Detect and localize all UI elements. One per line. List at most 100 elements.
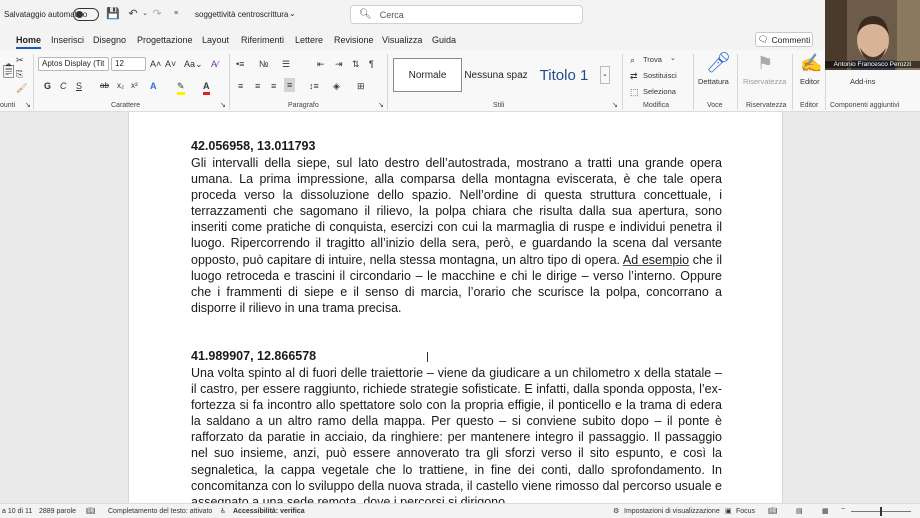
bullets-icon[interactable]: •≡ [236,58,244,70]
styles-scroll-icon[interactable]: ⌄ [600,66,610,84]
grow-font-icon[interactable]: A˄ [150,58,161,70]
editor-icon[interactable]: ✍ [800,52,822,74]
tab-inserisci[interactable]: Inserisci [51,35,84,45]
display-settings[interactable]: Impostazioni di visualizzazione [624,508,720,515]
section-heading[interactable]: 42.056958, 13.011793 [191,139,315,153]
format-painter-icon[interactable]: 🖌︎ [16,82,27,94]
save-icon[interactable]: 💾 [106,8,120,20]
clear-formatting-icon[interactable]: A∕ [211,58,219,70]
page-count[interactable]: a 10 di 11 [2,508,32,515]
tab-progettazione[interactable]: Progettazione [137,35,193,45]
increase-indent-icon[interactable]: ⇥ [335,58,343,70]
line-spacing-icon[interactable]: ↕≡ [309,80,319,92]
font-color-icon[interactable]: A [203,80,210,95]
sensitivity-label[interactable]: Riservatezza [743,77,786,86]
superscript-icon[interactable]: x² [131,80,138,92]
zoom-slider-thumb[interactable] [880,507,882,516]
proofing-icon[interactable]: 📖︎ [86,507,95,515]
replace-icon[interactable]: ⇄ [630,70,638,82]
select-icon[interactable]: ⬚ [630,86,639,98]
undo-icon[interactable]: ↶ [127,8,139,20]
paragraph-launcher-icon[interactable]: ↘ [378,100,384,112]
editor-label[interactable]: Editor [800,77,820,86]
styles-launcher-icon[interactable]: ↘ [612,100,618,112]
separator [737,54,738,110]
undo-dropdown-icon[interactable]: ⌄ [139,8,151,20]
bold-icon[interactable]: G [44,80,51,92]
zoom-out-icon[interactable]: − [841,506,845,513]
numbering-icon[interactable]: № [259,58,269,70]
strikethrough-icon[interactable]: ab [100,80,109,92]
justify-icon[interactable]: ≡ [284,78,296,92]
borders-icon[interactable]: ⊞ [357,80,365,92]
align-left-icon[interactable]: ≡ [238,80,243,92]
tab-guida[interactable]: Guida [432,35,456,45]
font-size-dropdown[interactable]: 12 [111,57,146,71]
document-page[interactable]: 42.056958, 13.011793 Gli intervalli dell… [128,112,783,503]
multilevel-list-icon[interactable]: ☰ [282,58,290,70]
decrease-indent-icon[interactable]: ⇤ [317,58,325,70]
tab-visualizza[interactable]: Visualizza [382,35,422,45]
underline-icon[interactable]: S [76,80,82,92]
find-dropdown-icon[interactable]: ⌄ [670,53,676,65]
tab-riferimenti[interactable]: Riferimenti [241,35,284,45]
paragraph[interactable]: Una volta spinto al di fuori delle traie… [191,365,722,503]
editor-group-label: Editor [800,102,819,109]
sensitivity-icon[interactable]: ⚑ [757,52,773,74]
web-layout-icon[interactable]: ▦ [822,507,829,515]
replace-label[interactable]: Sostituisci [643,71,677,80]
style-normale[interactable]: Normale [393,58,462,92]
text-effects-icon[interactable]: A [150,80,157,92]
search-box[interactable]: 🔍︎ Cerca [350,5,583,24]
redo-icon[interactable]: ↷ [151,8,163,20]
style-titolo-1[interactable]: Titolo 1 [531,58,597,92]
clipboard-launcher-icon[interactable]: ↘ [25,100,31,112]
section-heading[interactable]: 41.989907, 12.866578 [191,349,316,363]
highlight-icon[interactable]: ✎ [177,80,185,95]
focus-icon[interactable]: ▣ [725,507,732,515]
customize-toolbar-icon[interactable]: ≡ [170,8,182,20]
font-launcher-icon[interactable]: ↘ [220,100,226,112]
shading-icon[interactable]: ◈ [333,80,340,92]
display-settings-icon[interactable]: ⚙ [613,507,619,515]
subscript-icon[interactable]: x₂ [117,80,124,92]
tab-revisione[interactable]: Revisione [334,35,374,45]
paragraph[interactable]: Gli intervalli della siepe, sul lato des… [191,155,722,316]
shrink-font-icon[interactable]: A˅ [165,58,176,70]
paste-icon[interactable]: 📋︎ [0,63,18,77]
print-layout-icon[interactable]: ▤ [796,507,803,515]
accessibility-icon[interactable]: ♿︎ [220,507,226,515]
comment-icon: 🗨︎ [757,34,769,44]
word-count[interactable]: 2889 parole [39,508,76,515]
select-label[interactable]: Seleziona [643,87,676,96]
text-predictions-status[interactable]: Completamento del testo: attivato [108,508,212,515]
align-center-icon[interactable]: ≡ [255,80,260,92]
document-name[interactable]: soggettività centroscrittura [195,10,288,19]
focus-mode[interactable]: Focus [736,508,755,515]
tab-layout[interactable]: Layout [202,35,229,45]
comments-button[interactable]: 🗨︎ Commenti [755,32,813,47]
voice-group-label: Voce [707,102,723,109]
tab-home[interactable]: Home [16,35,42,49]
read-mode-icon[interactable]: 📖︎ [768,507,777,515]
tab-lettere[interactable]: Lettere [295,35,323,45]
find-label[interactable]: Trova [643,55,662,64]
show-marks-icon[interactable]: ¶ [369,58,374,70]
dictate-icon[interactable]: 🎤︎ [706,52,731,74]
change-case-icon[interactable]: Aa⌄ [184,58,203,70]
separator [693,54,694,110]
style-nessuna-spaziatura[interactable]: Nessuna spaz [463,58,529,92]
addins-label[interactable]: Add-ins [850,77,875,86]
separator [229,54,230,110]
document-name-chevron-icon[interactable]: ⌄ [289,9,296,18]
dictate-label[interactable]: Dettatura [698,77,729,86]
italic-icon[interactable]: C [60,80,67,92]
font-name-dropdown[interactable]: Aptos Display (Tit [38,57,109,71]
sort-icon[interactable]: ⇅ [352,58,360,70]
comments-label: Commenti [771,34,811,45]
find-icon[interactable]: ⌕ [630,54,635,66]
autosave-toggle[interactable] [73,8,99,21]
align-right-icon[interactable]: ≡ [271,80,276,92]
tab-disegno[interactable]: Disegno [93,35,126,45]
accessibility-status[interactable]: Accessibilità: verifica [233,508,305,515]
